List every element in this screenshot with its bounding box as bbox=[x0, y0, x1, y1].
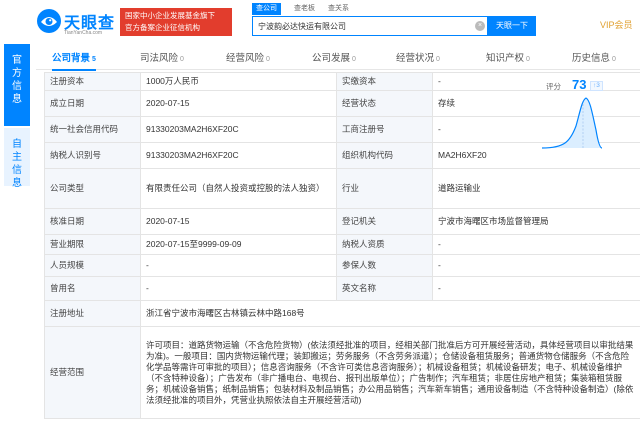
english-name-value: - bbox=[432, 276, 640, 301]
credit-code-value: 91330203MA2H6XF20C bbox=[140, 116, 337, 143]
table-row: 公司类型 有限责任公司（自然人投资或控股的法人独资） 行业 道路运输业 bbox=[44, 168, 640, 209]
tab-label: 司法风险 bbox=[140, 53, 179, 64]
side-tab-char: 信 bbox=[12, 165, 22, 176]
tab-company-background[interactable]: 公司背景 5 bbox=[52, 48, 96, 71]
side-tab-official-info[interactable]: 官 方 信 息 bbox=[4, 44, 30, 126]
table-row: 营业期限 2020-07-15至9999-09-09 纳税人资质 - bbox=[44, 234, 640, 255]
taxpayer-id-label: 纳税人识别号 bbox=[44, 142, 141, 169]
established-date-value: 2020-07-15 bbox=[140, 90, 337, 117]
section-nav: 公司背景 5 司法风险 0 经营风险 0 公司发展 0 经营状况 0 知识产权 0 历史信息… bbox=[36, 48, 640, 71]
tab-operation-status[interactable]: 经营状况 0 bbox=[396, 48, 440, 70]
established-date-label: 成立日期 bbox=[44, 90, 141, 117]
registered-address-label: 注册地址 bbox=[44, 300, 141, 327]
company-type-label: 公司类型 bbox=[44, 168, 141, 209]
tab-count: 0 bbox=[352, 56, 356, 63]
search-tab-boss[interactable]: 查老板 bbox=[290, 3, 319, 15]
insured-count-value: - bbox=[432, 254, 640, 277]
paid-in-capital-label: 实缴资本 bbox=[336, 72, 433, 91]
approval-date-value: 2020-07-15 bbox=[140, 208, 337, 235]
registered-capital-value: 1000万人民币 bbox=[140, 72, 337, 91]
table-row: 经营范围 许可项目：道路货物运输（不含危险货物）(依法须经批准的项目，经相关部门… bbox=[44, 326, 640, 419]
company-score[interactable]: 评分 73 ↑3 bbox=[536, 72, 608, 154]
registration-authority-value: 宁波市海曙区市场监督管理局 bbox=[432, 208, 640, 235]
operating-status-label: 经营状态 bbox=[336, 90, 433, 117]
tab-count: 5 bbox=[92, 56, 96, 63]
taxpayer-qualification-label: 纳税人资质 bbox=[336, 234, 433, 255]
company-type-value: 有限责任公司（自然人投资或控股的法人独资） bbox=[140, 168, 337, 209]
search-box: × bbox=[252, 16, 488, 36]
tab-count: 0 bbox=[526, 56, 530, 63]
search-input[interactable] bbox=[253, 17, 473, 35]
table-row: 人员规模 - 参保人数 - bbox=[44, 254, 640, 277]
registration-number-label: 工商注册号 bbox=[336, 116, 433, 143]
credit-code-label: 统一社会信用代码 bbox=[44, 116, 141, 143]
banner-line-2: 官方备案企业征信机构 bbox=[125, 23, 200, 32]
business-term-value: 2020-07-15至9999-09-09 bbox=[140, 234, 337, 255]
search-tab-company[interactable]: 查公司 bbox=[252, 3, 281, 15]
tab-label: 公司背景 bbox=[52, 53, 91, 64]
score-label: 评分 bbox=[546, 82, 561, 91]
tab-label: 知识产权 bbox=[486, 53, 525, 64]
tab-label: 历史信息 bbox=[572, 53, 611, 64]
side-tab-char: 息 bbox=[12, 94, 22, 105]
table-row: 注册地址 浙江省宁波市海曙区古林镇云林中路168号 bbox=[44, 300, 640, 327]
table-row: 核准日期 2020-07-15 登记机关 宁波市海曙区市场监督管理局 bbox=[44, 208, 640, 235]
insured-count-label: 参保人数 bbox=[336, 254, 433, 277]
organization-code-label: 组织机构代码 bbox=[336, 142, 433, 169]
side-tab-char: 官 bbox=[12, 55, 22, 66]
search-tab-relation[interactable]: 查关系 bbox=[324, 3, 353, 15]
tab-company-development[interactable]: 公司发展 0 bbox=[312, 48, 356, 70]
tab-count: 0 bbox=[266, 56, 270, 63]
banner-line-1: 国家中小企业发展基金旗下 bbox=[125, 11, 215, 20]
taxpayer-id-value: 91330203MA2H6XF20C bbox=[140, 142, 337, 169]
clear-icon[interactable]: × bbox=[475, 21, 485, 31]
tab-intellectual-property[interactable]: 知识产权 0 bbox=[486, 48, 530, 70]
score-value: 73 bbox=[572, 77, 587, 92]
registered-address-value: 浙江省宁波市海曙区古林镇云林中路168号 bbox=[140, 300, 640, 327]
logo[interactable]: 天眼查 TianYanCha.com bbox=[36, 8, 116, 38]
table-row: 曾用名 - 英文名称 - bbox=[44, 276, 640, 301]
english-name-label: 英文名称 bbox=[336, 276, 433, 301]
tab-history-info[interactable]: 历史信息 0 bbox=[572, 48, 616, 70]
business-term-label: 营业期限 bbox=[44, 234, 141, 255]
vip-link[interactable]: VIP会员 bbox=[600, 18, 633, 31]
staff-size-value: - bbox=[140, 254, 337, 277]
tab-label: 经营状况 bbox=[396, 53, 435, 64]
tab-operation-risk[interactable]: 经营风险 0 bbox=[226, 48, 270, 70]
search-button[interactable]: 天眼一下 bbox=[488, 16, 536, 36]
score-curve-area bbox=[542, 98, 602, 148]
business-scope-label: 经营范围 bbox=[44, 326, 141, 419]
tab-label: 公司发展 bbox=[312, 53, 351, 64]
logo-eye-icon bbox=[37, 9, 61, 33]
side-tab-char: 息 bbox=[12, 178, 22, 189]
business-scope-value: 许可项目：道路货物运输（不含危险货物）(依法须经批准的项目，经相关部门批准后方可… bbox=[140, 326, 640, 419]
side-tab-char: 方 bbox=[12, 68, 22, 79]
top-header: 天眼查 TianYanCha.com 国家中小企业发展基金旗下 官方备案企业征信… bbox=[0, 0, 640, 44]
approval-date-label: 核准日期 bbox=[44, 208, 141, 235]
tab-count: 0 bbox=[180, 56, 184, 63]
former-name-value: - bbox=[140, 276, 337, 301]
side-tab-char: 自 bbox=[12, 139, 22, 150]
side-tab-char: 信 bbox=[12, 81, 22, 92]
industry-label: 行业 bbox=[336, 168, 433, 209]
tab-label: 经营风险 bbox=[226, 53, 265, 64]
staff-size-label: 人员规模 bbox=[44, 254, 141, 277]
tab-count: 0 bbox=[612, 56, 616, 63]
taxpayer-qualification-value: - bbox=[432, 234, 640, 255]
registration-authority-label: 登记机关 bbox=[336, 208, 433, 235]
tab-count: 0 bbox=[436, 56, 440, 63]
score-change: ↑3 bbox=[590, 81, 603, 91]
official-banner[interactable]: 国家中小企业发展基金旗下 官方备案企业征信机构 bbox=[120, 8, 232, 36]
side-tab-self-info[interactable]: 自 主 信 息 bbox=[4, 128, 30, 189]
tab-judicial-risk[interactable]: 司法风险 0 bbox=[140, 48, 184, 70]
former-name-label: 曾用名 bbox=[44, 276, 141, 301]
logo-subtitle: TianYanCha.com bbox=[64, 30, 103, 36]
side-tab-char: 主 bbox=[12, 152, 22, 163]
registered-capital-label: 注册资本 bbox=[44, 72, 141, 91]
industry-value: 道路运输业 bbox=[432, 168, 640, 209]
score-distribution-chart bbox=[542, 97, 602, 149]
